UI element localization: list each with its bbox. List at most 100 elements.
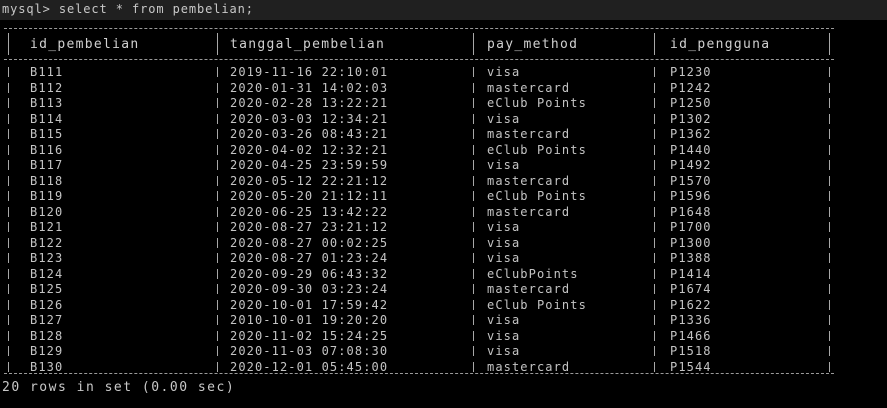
column-header-id-pengguna: id_pengguna <box>670 37 771 52</box>
column-separator <box>829 222 830 232</box>
table-cell: P1302 <box>670 111 712 126</box>
table-cell: 2020-03-03 12:34:21 <box>230 111 389 126</box>
table-cell: B130 <box>30 359 64 374</box>
column-separator <box>473 144 474 155</box>
table-cell: 2020-11-02 15:24:25 <box>230 328 389 343</box>
table-cell: visa <box>487 220 521 234</box>
table-cell: P1492 <box>670 158 712 172</box>
table-cell: P1466 <box>670 328 712 343</box>
column-separator <box>829 129 830 139</box>
table-cell: 2010-10-01 19:20:20 <box>230 313 389 327</box>
column-separator <box>829 144 830 155</box>
column-separator <box>654 67 655 77</box>
column-separator <box>217 299 218 310</box>
table-cell: B121 <box>30 220 64 234</box>
column-separator <box>217 129 218 139</box>
column-separator <box>217 237 218 248</box>
table-cell: visa <box>487 65 521 79</box>
column-separator <box>8 237 9 248</box>
table-cell: eClub Points <box>487 142 587 157</box>
table-cell: B123 <box>30 251 64 265</box>
table-cell: P1570 <box>670 173 712 188</box>
table-cell: B118 <box>30 173 64 188</box>
table-cell: 2020-06-25 13:42:22 <box>230 204 389 219</box>
table-cell: P1674 <box>670 282 712 296</box>
table-cell: P1622 <box>670 297 712 312</box>
table-cell: eClubPoints <box>487 266 579 281</box>
table-cell: P1700 <box>670 220 712 234</box>
table-cell: visa <box>487 344 521 358</box>
table-cell: 2020-09-30 03:23:24 <box>230 282 389 296</box>
column-separator <box>654 82 655 93</box>
table-cell: P1242 <box>670 80 712 95</box>
column-separator <box>217 33 218 55</box>
column-separator <box>829 175 830 186</box>
table-cell: mastercard <box>487 204 571 219</box>
command-line: mysql> select * from pembelian; <box>2 1 254 17</box>
column-separator <box>473 253 474 263</box>
column-separator <box>829 33 830 55</box>
column-separator <box>217 361 218 372</box>
column-separator <box>829 268 830 279</box>
table-cell: 2020-12-01 05:45:00 <box>230 359 389 374</box>
column-separator <box>654 284 655 294</box>
mysql-terminal-window[interactable]: mysql> select * from pembelian; id_pembe… <box>0 0 887 408</box>
table-cell: mastercard <box>487 80 571 95</box>
column-separator <box>217 113 218 124</box>
table-cell: B126 <box>30 297 64 312</box>
column-separator <box>8 82 9 93</box>
table-cell: 2020-04-25 23:59:59 <box>230 158 389 172</box>
table-cell: visa <box>487 313 521 327</box>
column-separator <box>8 67 9 77</box>
table-cell: B113 <box>30 96 64 110</box>
table-cell: eClub Points <box>487 96 587 110</box>
column-separator <box>217 206 218 217</box>
column-separator <box>654 330 655 341</box>
column-separator <box>473 330 474 341</box>
table-header-border <box>4 59 834 60</box>
column-separator <box>829 299 830 310</box>
table-cell: visa <box>487 158 521 172</box>
column-separator <box>217 330 218 341</box>
column-separator <box>8 113 9 124</box>
column-separator <box>217 67 218 77</box>
column-separator <box>829 98 830 108</box>
table-cell: B122 <box>30 235 64 250</box>
column-separator <box>8 129 9 139</box>
column-separator <box>473 82 474 93</box>
table-cell: B128 <box>30 328 64 343</box>
column-separator <box>8 98 9 108</box>
column-separator <box>473 222 474 232</box>
column-separator <box>654 346 655 356</box>
table-cell: visa <box>487 235 521 250</box>
column-separator <box>8 206 9 217</box>
table-cell: 2020-08-27 23:21:12 <box>230 220 389 234</box>
column-header-id-pembelian: id_pembelian <box>30 37 140 52</box>
table-cell: 2020-08-27 00:02:25 <box>230 235 389 250</box>
column-separator <box>217 82 218 93</box>
table-cell: B117 <box>30 158 64 172</box>
column-separator <box>473 268 474 279</box>
column-separator <box>8 361 9 372</box>
column-separator <box>829 191 830 201</box>
column-separator <box>8 33 9 55</box>
column-separator <box>217 175 218 186</box>
column-separator <box>217 144 218 155</box>
column-separator <box>654 268 655 279</box>
column-separator <box>473 346 474 356</box>
column-separator <box>829 361 830 372</box>
column-separator <box>8 222 9 232</box>
table-cell: 2020-01-31 14:02:03 <box>230 80 389 95</box>
column-separator <box>654 144 655 155</box>
column-separator <box>217 222 218 232</box>
table-cell: B129 <box>30 344 64 358</box>
column-separator <box>8 284 9 294</box>
column-separator <box>8 175 9 186</box>
column-separator <box>654 129 655 139</box>
column-separator <box>829 253 830 263</box>
column-separator <box>654 222 655 232</box>
column-separator <box>654 98 655 108</box>
column-separator <box>654 361 655 372</box>
column-separator <box>8 253 9 263</box>
table-cell: 2020-02-28 13:22:21 <box>230 96 389 110</box>
